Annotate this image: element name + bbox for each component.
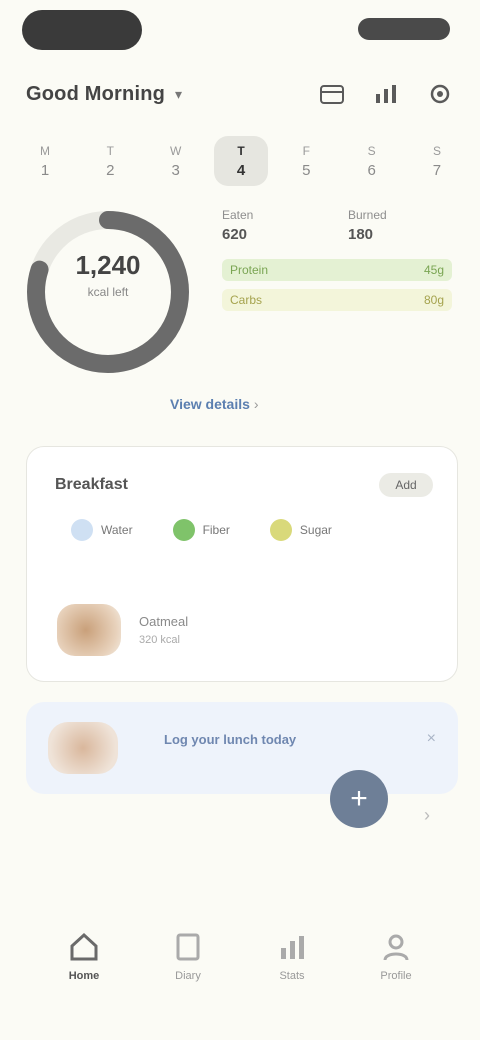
chip-fiber[interactable]: Fiber bbox=[172, 519, 230, 541]
page-title: Good Morning bbox=[26, 82, 166, 105]
user-icon bbox=[383, 934, 409, 961]
ring-label: kcal left bbox=[87, 285, 129, 299]
burned-stat: Burned 180 bbox=[348, 208, 452, 243]
meal-item[interactable]: Oatmeal 320 kcal bbox=[57, 597, 433, 663]
bottom-tab-bar: Home Diary Stats Profile bbox=[34, 930, 446, 1002]
status-bar-indicators bbox=[358, 18, 450, 40]
tab-label: Diary bbox=[175, 970, 201, 982]
stats-panel: Eaten 620 Burned 180 Protein 45g Carbs 8… bbox=[222, 208, 452, 319]
view-details-link[interactable]: View details › bbox=[170, 396, 259, 412]
day-date: 6 bbox=[367, 161, 376, 179]
eaten-label: Eaten bbox=[222, 208, 254, 222]
settings-icon[interactable] bbox=[424, 82, 456, 106]
tab-diary[interactable]: Diary bbox=[138, 930, 238, 1002]
week-strip: M1 T2 W3 T4 F5 S6 S7 bbox=[18, 136, 464, 192]
day-name: S bbox=[432, 143, 441, 158]
macro-label: Protein bbox=[230, 263, 269, 277]
day-5[interactable]: F5 bbox=[279, 136, 333, 186]
macro-protein: Protein 45g bbox=[222, 259, 452, 281]
tab-label: Profile bbox=[380, 970, 412, 982]
close-icon[interactable]: × bbox=[427, 730, 436, 748]
add-meal-button[interactable]: Add bbox=[379, 473, 433, 497]
macro-carbs: Carbs 80g bbox=[222, 289, 452, 311]
chip-water[interactable]: Water bbox=[71, 519, 133, 541]
macro-value: 80g bbox=[423, 293, 444, 307]
leaf-icon bbox=[172, 519, 195, 541]
day-6[interactable]: S6 bbox=[345, 136, 399, 186]
meal-name: Oatmeal bbox=[139, 614, 189, 629]
chevron-right-icon: › bbox=[424, 804, 430, 825]
add-fab-button[interactable]: + bbox=[330, 770, 388, 828]
eaten-value: 620 bbox=[222, 226, 248, 243]
reminder-banner[interactable]: Log your lunch today × bbox=[26, 702, 458, 794]
chip-sugar[interactable]: Sugar bbox=[269, 519, 332, 541]
day-3[interactable]: W3 bbox=[149, 136, 203, 186]
status-bar-pill bbox=[22, 10, 142, 50]
meal-calories: 320 kcal bbox=[139, 634, 180, 646]
day-date: 7 bbox=[432, 161, 442, 179]
day-1[interactable]: M1 bbox=[18, 136, 72, 186]
day-name: T bbox=[237, 143, 245, 158]
tab-label: Home bbox=[68, 970, 100, 982]
chip-label: Sugar bbox=[299, 523, 332, 537]
day-7[interactable]: S7 bbox=[410, 136, 464, 186]
meal-card: Breakfast Add Water Fiber Sugar Oatmeal … bbox=[26, 446, 458, 682]
chart-icon bbox=[281, 936, 304, 959]
day-date: 1 bbox=[40, 161, 50, 179]
chevron-down-icon[interactable]: ▾ bbox=[175, 86, 182, 103]
water-icon bbox=[71, 519, 93, 541]
eaten-stat: Eaten 620 bbox=[222, 208, 326, 243]
tab-label: Stats bbox=[279, 970, 305, 982]
day-4-selected[interactable]: T4 bbox=[213, 136, 268, 186]
macro-label: Carbs bbox=[230, 293, 263, 307]
day-name: F bbox=[302, 143, 310, 158]
meal-photo bbox=[57, 604, 121, 656]
day-date: 5 bbox=[302, 161, 311, 179]
day-name: S bbox=[367, 143, 376, 158]
macro-value: 45g bbox=[423, 263, 444, 277]
chart-icon[interactable] bbox=[370, 82, 402, 106]
header-actions bbox=[316, 82, 456, 106]
tab-home[interactable]: Home bbox=[34, 930, 134, 1002]
header: Good Morning ▾ bbox=[26, 78, 456, 110]
sugar-icon bbox=[269, 519, 292, 541]
chevron-right-icon: › bbox=[253, 396, 259, 412]
day-name: W bbox=[169, 143, 182, 158]
home-icon bbox=[70, 932, 98, 961]
tab-stats[interactable]: Stats bbox=[242, 930, 342, 1002]
day-name: M bbox=[40, 143, 50, 158]
banner-image bbox=[48, 722, 118, 774]
day-name: T bbox=[106, 143, 114, 158]
day-2[interactable]: T2 bbox=[83, 136, 137, 186]
tab-profile[interactable]: Profile bbox=[346, 930, 446, 1002]
chip-label: Water bbox=[101, 523, 133, 537]
link-label: View details bbox=[170, 396, 250, 412]
calorie-ring[interactable]: 1,240 kcal left bbox=[22, 206, 194, 378]
book-icon bbox=[176, 933, 200, 961]
burned-value: 180 bbox=[348, 226, 374, 243]
day-date: 3 bbox=[171, 161, 180, 179]
card-title: Breakfast bbox=[55, 476, 128, 493]
ring-value: 1,240 bbox=[75, 250, 141, 280]
burned-label: Burned bbox=[348, 208, 387, 222]
banner-text: Log your lunch today bbox=[164, 732, 297, 747]
calendar-icon[interactable] bbox=[316, 82, 348, 106]
day-date: 2 bbox=[106, 161, 115, 179]
day-date: 4 bbox=[236, 161, 246, 179]
chip-label: Fiber bbox=[202, 523, 230, 537]
nutrient-chips: Water Fiber Sugar bbox=[71, 519, 332, 541]
